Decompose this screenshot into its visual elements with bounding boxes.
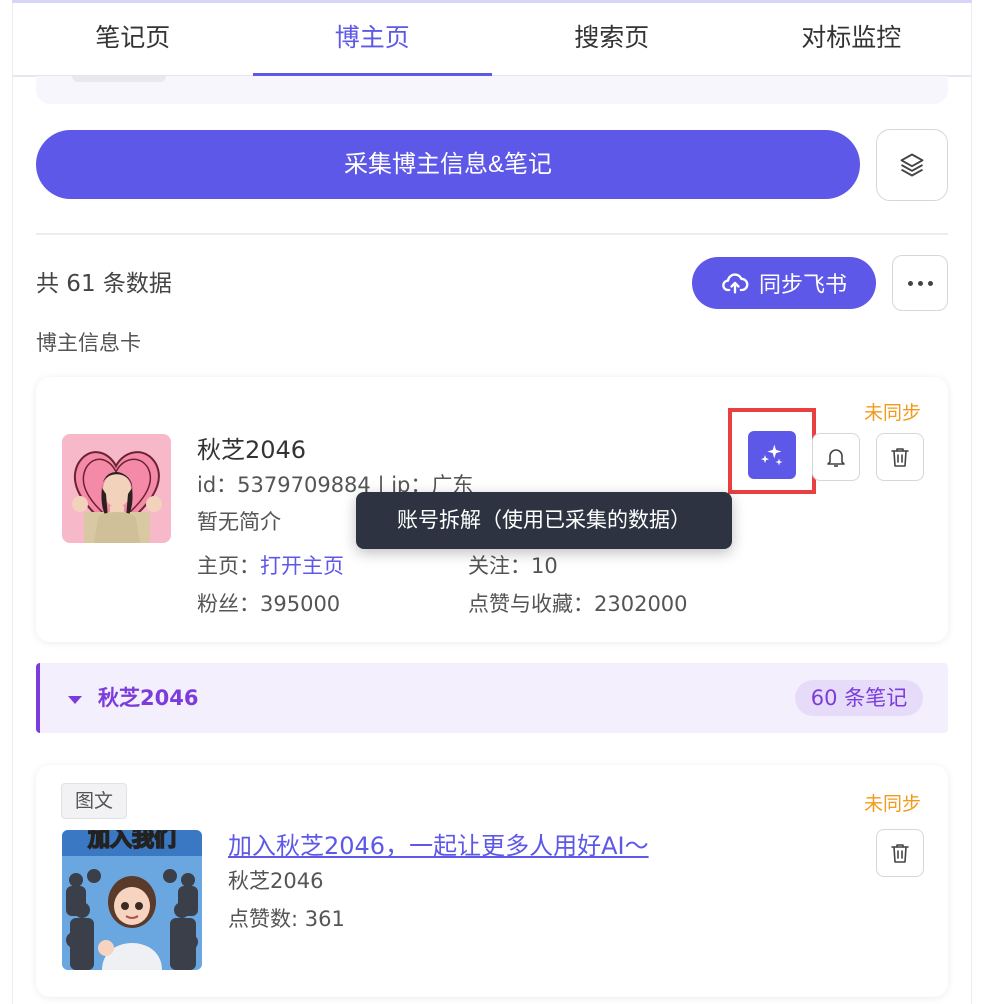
divider — [36, 233, 948, 235]
blogger-fans: 粉丝：395000 — [197, 592, 341, 616]
note-title-link[interactable]: 加入秋芝2046，一起让更多人用好AI～ — [228, 829, 649, 863]
collect-blogger-button[interactable]: 采集博主信息&笔记 — [36, 130, 860, 199]
group-name: 秋芝2046 — [98, 686, 199, 710]
total-count: 共 61 条数据 — [36, 271, 172, 297]
note-sync-status: 未同步 — [864, 793, 922, 815]
layers-button[interactable] — [876, 129, 948, 201]
blogger-following: 关注：10 — [468, 554, 558, 578]
trash-icon — [891, 844, 909, 863]
tab-search[interactable]: 搜索页 — [492, 3, 732, 75]
open-homepage-link[interactable]: 打开主页 — [260, 554, 344, 578]
blogger-name: 秋芝2046 — [197, 436, 307, 464]
tab-blogger[interactable]: 博主页 — [252, 3, 493, 77]
tab-bar: 笔记页 博主页 搜索页 对标监控 — [13, 3, 971, 77]
sync-feishu-label: 同步飞书 — [758, 273, 847, 298]
trash-icon — [891, 448, 909, 467]
avatar — [62, 434, 171, 543]
layers-icon — [900, 153, 924, 177]
section-label: 博主信息卡 — [36, 331, 141, 355]
note-type-tag: 图文 — [61, 783, 127, 819]
blogger-homepage: 主页：打开主页 — [197, 551, 344, 581]
note-likes: 点赞数: 361 — [228, 907, 345, 931]
delete-note-button[interactable] — [876, 829, 924, 877]
scrolled-card-remnant — [36, 76, 948, 104]
cloud-upload-icon — [722, 273, 749, 294]
thumbnail-text: 加入我们 — [87, 830, 176, 852]
bell-icon — [827, 449, 845, 467]
account-analysis-button[interactable] — [748, 431, 796, 479]
caret-down-icon — [68, 696, 82, 704]
delete-blogger-button[interactable] — [876, 433, 924, 481]
more-dots-icon — [907, 280, 913, 286]
sync-feishu-button[interactable]: 同步飞书 — [692, 257, 876, 309]
monitor-bell-button[interactable] — [812, 433, 860, 481]
tab-benchmark-monitor[interactable]: 对标监控 — [732, 3, 972, 75]
account-analysis-tooltip: 账号拆解（使用已采集的数据） — [356, 492, 732, 549]
more-options-button[interactable] — [892, 255, 948, 311]
blogger-sync-status: 未同步 — [864, 402, 922, 424]
group-note-count: 60 条笔记 — [795, 680, 923, 716]
blogger-bio: 暂无简介 — [197, 510, 281, 534]
tab-notes[interactable]: 笔记页 — [13, 3, 253, 75]
homepage-label: 主页： — [197, 554, 260, 578]
sparkles-icon — [760, 444, 783, 466]
blogger-likes-collects: 点赞与收藏：2302000 — [468, 592, 688, 616]
note-thumbnail: 加入我们 — [62, 830, 202, 970]
note-author: 秋芝2046 — [228, 869, 324, 893]
